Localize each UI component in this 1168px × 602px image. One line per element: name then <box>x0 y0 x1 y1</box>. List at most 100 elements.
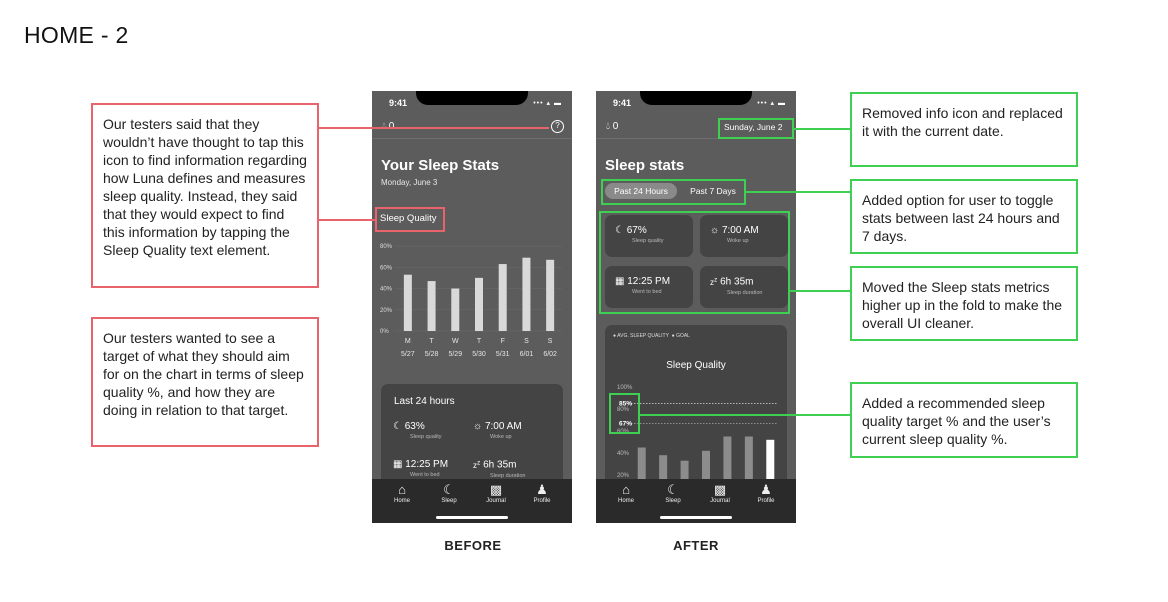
x-tick-label: F <box>501 338 505 345</box>
nav-journal[interactable]: ▩ Journal <box>479 482 513 505</box>
moon-icon: ☾ <box>667 482 679 497</box>
status-time: 9:41 <box>389 98 408 108</box>
bar <box>723 436 732 485</box>
drops-counter[interactable]: 💧︎ 0 <box>606 121 618 132</box>
card-title: Last 24 hours <box>394 396 455 407</box>
sun-icon: ☼ <box>473 421 483 432</box>
metric-label: Sleep duration <box>490 472 526 479</box>
x-tick-label: M <box>405 338 411 345</box>
home-indicator <box>436 516 508 519</box>
note-text: Removed info icon and replaced it with t… <box>862 105 1063 139</box>
moon-icon: ☾ <box>443 482 455 497</box>
y-tick-label: 0% <box>380 329 389 335</box>
bar <box>427 281 436 331</box>
metric-duration: zz 6h 35m Sleep duration <box>473 459 525 479</box>
note-date: Removed info icon and replaced it with t… <box>850 92 1078 167</box>
y-tick-label: 40% <box>617 451 630 457</box>
highlight-metrics <box>599 211 790 314</box>
connector <box>319 219 375 221</box>
metric-value: 7:00 AM <box>484 421 522 432</box>
note-text: Our testers wanted to see a target of wh… <box>103 330 304 418</box>
chart-title: Sleep Quality <box>666 360 726 371</box>
nav-label: Journal <box>486 498 506 504</box>
status-icons: ••• ▴ ▬ <box>757 100 786 107</box>
nav-profile[interactable]: ♟ Profile <box>525 482 559 505</box>
y-tick-label: 20% <box>380 308 393 314</box>
before-chart: 0% 20% 40% 60% 80% M 5/27 T 5/28 W 5/29 T 5/30 F 5/31 S… <box>380 244 562 358</box>
bar <box>498 264 507 331</box>
legend-dot: ● <box>671 333 675 339</box>
note-toggle: Added option for user to toggle stats be… <box>850 179 1078 254</box>
bar <box>546 259 555 331</box>
after-title: Sleep stats <box>605 157 685 174</box>
metric-label: Woke up <box>490 434 512 440</box>
note-text: Our testers said that they wouldn’t have… <box>103 116 307 258</box>
connector <box>640 414 850 416</box>
nav-label: Home <box>393 498 410 504</box>
legend-goal: GOAL <box>676 333 690 339</box>
connector <box>319 127 549 129</box>
nav-label: Profile <box>757 498 775 504</box>
before-phone: 9:41 ••• ▴ ▬ 💧︎ 0 ? Your Sleep Stats Mon… <box>372 91 572 523</box>
x-tick-label: T <box>477 338 482 345</box>
status-icons: ••• ▴ ▬ <box>533 100 562 107</box>
journal-icon: ▩ <box>713 482 727 497</box>
metric-bed: ▦ 12:25 PM Went to bed <box>393 459 448 478</box>
profile-icon: ♟ <box>536 482 548 497</box>
x-date-label: 6/01 <box>520 351 534 358</box>
drop-icon: 💧︎ <box>606 121 610 132</box>
drops-count: 0 <box>612 121 619 132</box>
highlight-date <box>718 118 794 139</box>
connector <box>790 290 850 292</box>
highlight-chart-target <box>609 393 640 434</box>
status-time: 9:41 <box>613 98 632 108</box>
bar <box>403 274 412 331</box>
note-target: Our testers wanted to see a target of wh… <box>91 317 319 447</box>
nav-sleep[interactable]: ☾ Sleep <box>432 482 466 505</box>
home-indicator <box>660 516 732 519</box>
nav-profile[interactable]: ♟ Profile <box>749 482 783 505</box>
journal-icon: ▩ <box>489 482 503 497</box>
note-text: Moved the Sleep stats metrics higher up … <box>862 279 1063 331</box>
nav-sleep[interactable]: ☾ Sleep <box>656 482 690 505</box>
metric-quality: ☾ 63% Sleep quality <box>393 421 442 440</box>
home-icon: ⌂ <box>622 482 630 497</box>
connector <box>746 191 850 193</box>
note-info-icon: Our testers said that they wouldn’t have… <box>91 103 319 288</box>
nav-journal[interactable]: ▩ Journal <box>703 482 737 505</box>
note-text: Added option for user to toggle stats be… <box>862 192 1060 244</box>
x-tick-label: S <box>548 338 553 345</box>
home-icon: ⌂ <box>398 482 406 497</box>
x-tick-label: W <box>452 338 459 345</box>
metric-woke: ☼ 7:00 AM Woke up <box>473 421 522 440</box>
profile-icon: ♟ <box>760 482 772 497</box>
last-24-card: Last 24 hours ☾ 63% Sleep quality ☼ 7:00 … <box>381 384 563 494</box>
x-tick-label: S <box>524 338 529 345</box>
nav-label: Sleep <box>441 498 457 504</box>
y-tick-label: 60% <box>380 265 393 271</box>
before-title: Your Sleep Stats <box>381 157 500 174</box>
nav-label: Journal <box>710 498 730 504</box>
chart-legend: ● AVG. SLEEP QUALITY ● GOAL <box>613 333 690 339</box>
nav-label: Home <box>617 498 634 504</box>
nav-home[interactable]: ⌂ Home <box>609 482 643 505</box>
x-date-label: 5/30 <box>472 351 486 358</box>
x-date-label: 5/31 <box>496 351 510 358</box>
note-metrics: Moved the Sleep stats metrics higher up … <box>850 266 1078 341</box>
notch <box>416 91 528 105</box>
x-date-label: 5/27 <box>401 351 415 358</box>
connector <box>794 128 850 130</box>
bed-icon: ▦ <box>393 459 403 470</box>
y-tick-label: 80% <box>380 244 393 250</box>
nav-home[interactable]: ⌂ Home <box>385 482 419 505</box>
page-title: HOME - 2 <box>24 22 129 48</box>
legend-dot: ● <box>613 333 617 339</box>
metric-value: 12:25 PM <box>405 459 449 470</box>
notch <box>640 91 752 105</box>
caption-after: AFTER <box>673 538 719 553</box>
moon-icon: ☾ <box>393 421 402 432</box>
zz-icon: zz <box>473 459 481 470</box>
metric-value: 6h 35m <box>483 459 517 471</box>
caption-before: BEFORE <box>444 538 502 553</box>
bar <box>451 288 460 331</box>
